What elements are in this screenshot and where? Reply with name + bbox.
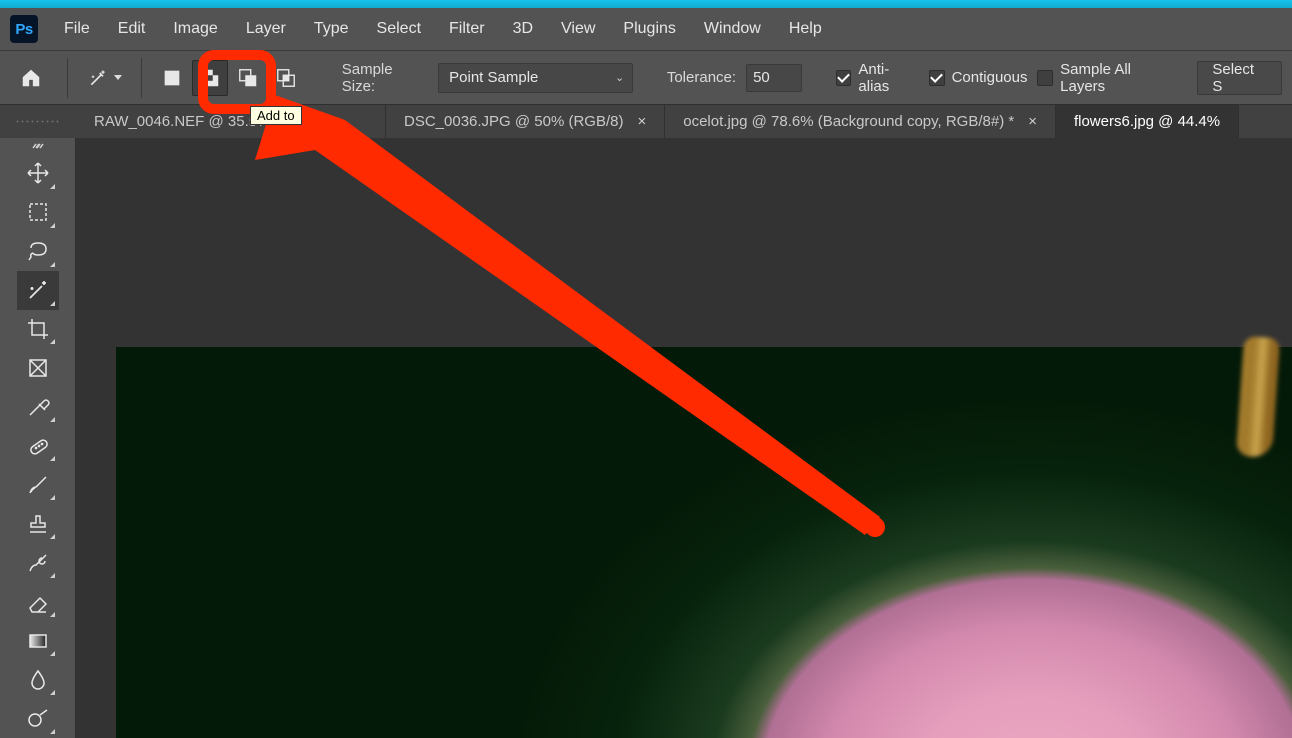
select-subject-button[interactable]: Select S xyxy=(1197,61,1282,95)
frame-icon xyxy=(26,356,50,380)
menu-help[interactable]: Help xyxy=(777,16,834,42)
menu-view[interactable]: View xyxy=(549,16,607,42)
brush-tool[interactable] xyxy=(17,465,59,504)
history-brush-tool[interactable] xyxy=(17,543,59,582)
history-brush-icon xyxy=(26,551,50,575)
eyedropper-tool[interactable] xyxy=(17,387,59,426)
sample-size-dropdown[interactable]: Point Sample ⌄ xyxy=(438,63,633,93)
dodge-tool[interactable] xyxy=(17,699,59,738)
menu-layer[interactable]: Layer xyxy=(234,16,298,42)
marquee-tool[interactable] xyxy=(17,193,59,232)
checkbox-icon xyxy=(836,70,852,86)
select-subject-label: Select S xyxy=(1212,61,1267,95)
contiguous-label: Contiguous xyxy=(952,69,1028,86)
tolerance-label: Tolerance: xyxy=(667,69,736,86)
marquee-icon xyxy=(26,200,50,224)
contiguous-checkbox[interactable]: Contiguous xyxy=(929,69,1028,86)
move-tool[interactable] xyxy=(17,154,59,193)
anti-alias-checkbox[interactable]: Anti-alias xyxy=(836,61,919,95)
checkbox-icon xyxy=(1037,70,1053,86)
checkbox-icon xyxy=(929,70,945,86)
crop-icon xyxy=(26,317,50,341)
magic-wand-icon xyxy=(26,278,50,302)
home-button[interactable] xyxy=(10,57,51,99)
menu-edit[interactable]: Edit xyxy=(106,16,158,42)
magic-wand-tool[interactable] xyxy=(17,271,59,310)
tooltip: Add to xyxy=(250,106,302,125)
document-tab[interactable]: flowers6.jpg @ 44.4% xyxy=(1056,105,1239,138)
droplet-icon xyxy=(26,668,50,692)
toolbox xyxy=(0,138,76,738)
blur-tool[interactable] xyxy=(17,660,59,699)
sample-size-value: Point Sample xyxy=(449,69,538,86)
annotation-arrow-icon xyxy=(215,95,915,565)
menu-window[interactable]: Window xyxy=(692,16,773,42)
lasso-tool[interactable] xyxy=(17,232,59,271)
magic-wand-icon xyxy=(88,68,108,88)
toolbox-collapse-button[interactable] xyxy=(28,140,48,152)
app-logo-icon: Ps xyxy=(10,15,38,43)
gradient-tool[interactable] xyxy=(17,621,59,660)
menu-select[interactable]: Select xyxy=(365,16,433,42)
gradient-icon xyxy=(26,629,50,653)
tab-label: flowers6.jpg @ 44.4% xyxy=(1074,113,1220,130)
intersect-selection-icon xyxy=(275,67,297,89)
double-chevron-icon xyxy=(32,142,44,150)
new-selection-icon xyxy=(161,67,183,89)
anti-alias-label: Anti-alias xyxy=(858,61,918,95)
sample-all-layers-checkbox[interactable]: Sample All Layers xyxy=(1037,61,1177,95)
crop-tool[interactable] xyxy=(17,310,59,349)
tolerance-input[interactable] xyxy=(746,64,802,92)
dodge-icon xyxy=(26,707,50,731)
close-icon[interactable]: × xyxy=(1028,113,1037,130)
menu-image[interactable]: Image xyxy=(161,16,229,42)
eyedropper-icon xyxy=(26,395,50,419)
annotation-highlight-box xyxy=(198,50,276,114)
sample-size-label: Sample Size: xyxy=(342,61,428,95)
healing-brush-tool[interactable] xyxy=(17,426,59,465)
lasso-icon xyxy=(26,239,50,263)
stamp-icon xyxy=(26,512,50,536)
menu-type[interactable]: Type xyxy=(302,16,361,42)
eraser-icon xyxy=(26,590,50,614)
bandage-icon xyxy=(26,434,50,458)
panel-grip[interactable] xyxy=(0,105,76,138)
menu-3d[interactable]: 3D xyxy=(501,16,545,42)
grip-dots-icon xyxy=(15,119,61,125)
move-icon xyxy=(26,161,50,185)
menu-bar: Ps File Edit Image Layer Type Select Fil… xyxy=(0,8,1292,50)
sample-all-layers-label: Sample All Layers xyxy=(1060,61,1177,95)
new-selection-button[interactable] xyxy=(154,60,190,96)
divider xyxy=(141,58,142,98)
menu-file[interactable]: File xyxy=(52,16,102,42)
tool-preset-picker[interactable] xyxy=(84,57,125,99)
brush-icon xyxy=(26,473,50,497)
chevron-down-icon: ⌄ xyxy=(615,71,624,84)
menu-filter[interactable]: Filter xyxy=(437,16,497,42)
frame-tool[interactable] xyxy=(17,348,59,387)
os-titlebar xyxy=(0,0,1292,8)
image-detail xyxy=(1236,336,1280,458)
menu-plugins[interactable]: Plugins xyxy=(611,16,687,42)
divider xyxy=(67,58,68,98)
chevron-down-icon xyxy=(114,75,122,80)
eraser-tool[interactable] xyxy=(17,582,59,621)
clone-stamp-tool[interactable] xyxy=(17,504,59,543)
home-icon xyxy=(20,67,42,89)
